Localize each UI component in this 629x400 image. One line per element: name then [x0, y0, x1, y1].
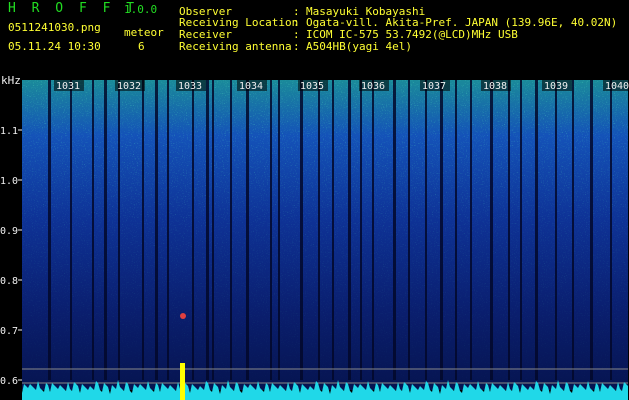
- scan-gap-line: [206, 80, 209, 380]
- scan-gap-line: [535, 80, 538, 380]
- scan-gap-line: [104, 80, 107, 380]
- meteor-echo-spike: [180, 363, 185, 400]
- header-panel: H R O F F T 1.0.0 0511241030.png meteor …: [0, 0, 629, 80]
- scan-gap-line: [270, 80, 272, 380]
- x-tick-label: 1032: [117, 81, 141, 92]
- scan-gap-line: [470, 80, 472, 380]
- scan-gap-line: [425, 80, 427, 380]
- scan-gap-line: [393, 80, 396, 380]
- meteor-echo-mark: [180, 313, 186, 319]
- meteor-count: 6: [138, 40, 145, 53]
- brand-title: H R O F F T: [8, 1, 139, 16]
- scan-gap-line: [70, 80, 72, 380]
- antenna-key: Receiving antenna: [179, 40, 292, 53]
- antenna-value: A504HB(yagi 4el): [306, 40, 412, 53]
- scan-gap-line: [590, 80, 593, 380]
- x-tick-label: 1034: [239, 81, 263, 92]
- scan-gap-line: [610, 80, 612, 380]
- scan-gap-line: [92, 80, 94, 380]
- scan-gap-line: [48, 80, 51, 380]
- scan-gap-line: [300, 80, 303, 380]
- scan-gap-line: [167, 80, 169, 380]
- scan-gap-line: [555, 80, 557, 380]
- scan-gap-line: [155, 80, 158, 380]
- scan-gap-line: [440, 80, 443, 380]
- scan-gap-line: [508, 80, 510, 380]
- scan-gap-line: [490, 80, 493, 380]
- scan-gap-line: [118, 80, 120, 380]
- scan-gap-line: [408, 80, 410, 380]
- version-label: 1.0.0: [124, 3, 158, 16]
- scan-gap-line: [278, 80, 280, 380]
- scan-gap-line: [348, 80, 351, 380]
- scan-gap-line: [332, 80, 334, 380]
- x-tick-label: 1035: [300, 81, 324, 92]
- scan-gap-line: [360, 80, 362, 380]
- scan-gap-line: [318, 80, 320, 380]
- scan-gap-line: [372, 80, 374, 380]
- scan-gap-line: [142, 80, 144, 380]
- scan-gap-line: [246, 80, 249, 380]
- x-tick-label: 1037: [422, 81, 446, 92]
- filename-label: 0511241030.png: [8, 21, 101, 34]
- x-tick-label: 1038: [483, 81, 507, 92]
- scan-gap-line: [455, 80, 457, 380]
- spectrogram-plot: 1.11.00.90.80.70.6 1031 1032 1033 1034 1035 1…: [0, 80, 629, 400]
- antenna-colon: :: [293, 40, 300, 53]
- y-axis-unit: kHz: [1, 74, 21, 87]
- scan-gap-line: [572, 80, 574, 380]
- x-tick-label: 1031: [56, 81, 80, 92]
- x-tick-label: 1040: [605, 81, 629, 92]
- meteor-label: meteor: [124, 26, 164, 39]
- scan-gap-line: [230, 80, 232, 380]
- x-tick-label: 1039: [544, 81, 568, 92]
- scan-gap-line: [520, 80, 522, 380]
- scan-gap-line: [192, 80, 194, 380]
- x-tick-label: 1036: [361, 81, 385, 92]
- scan-gap-line: [212, 80, 214, 380]
- datetime-label: 05.11.24 10:30: [8, 40, 101, 53]
- x-tick-label: 1033: [178, 81, 202, 92]
